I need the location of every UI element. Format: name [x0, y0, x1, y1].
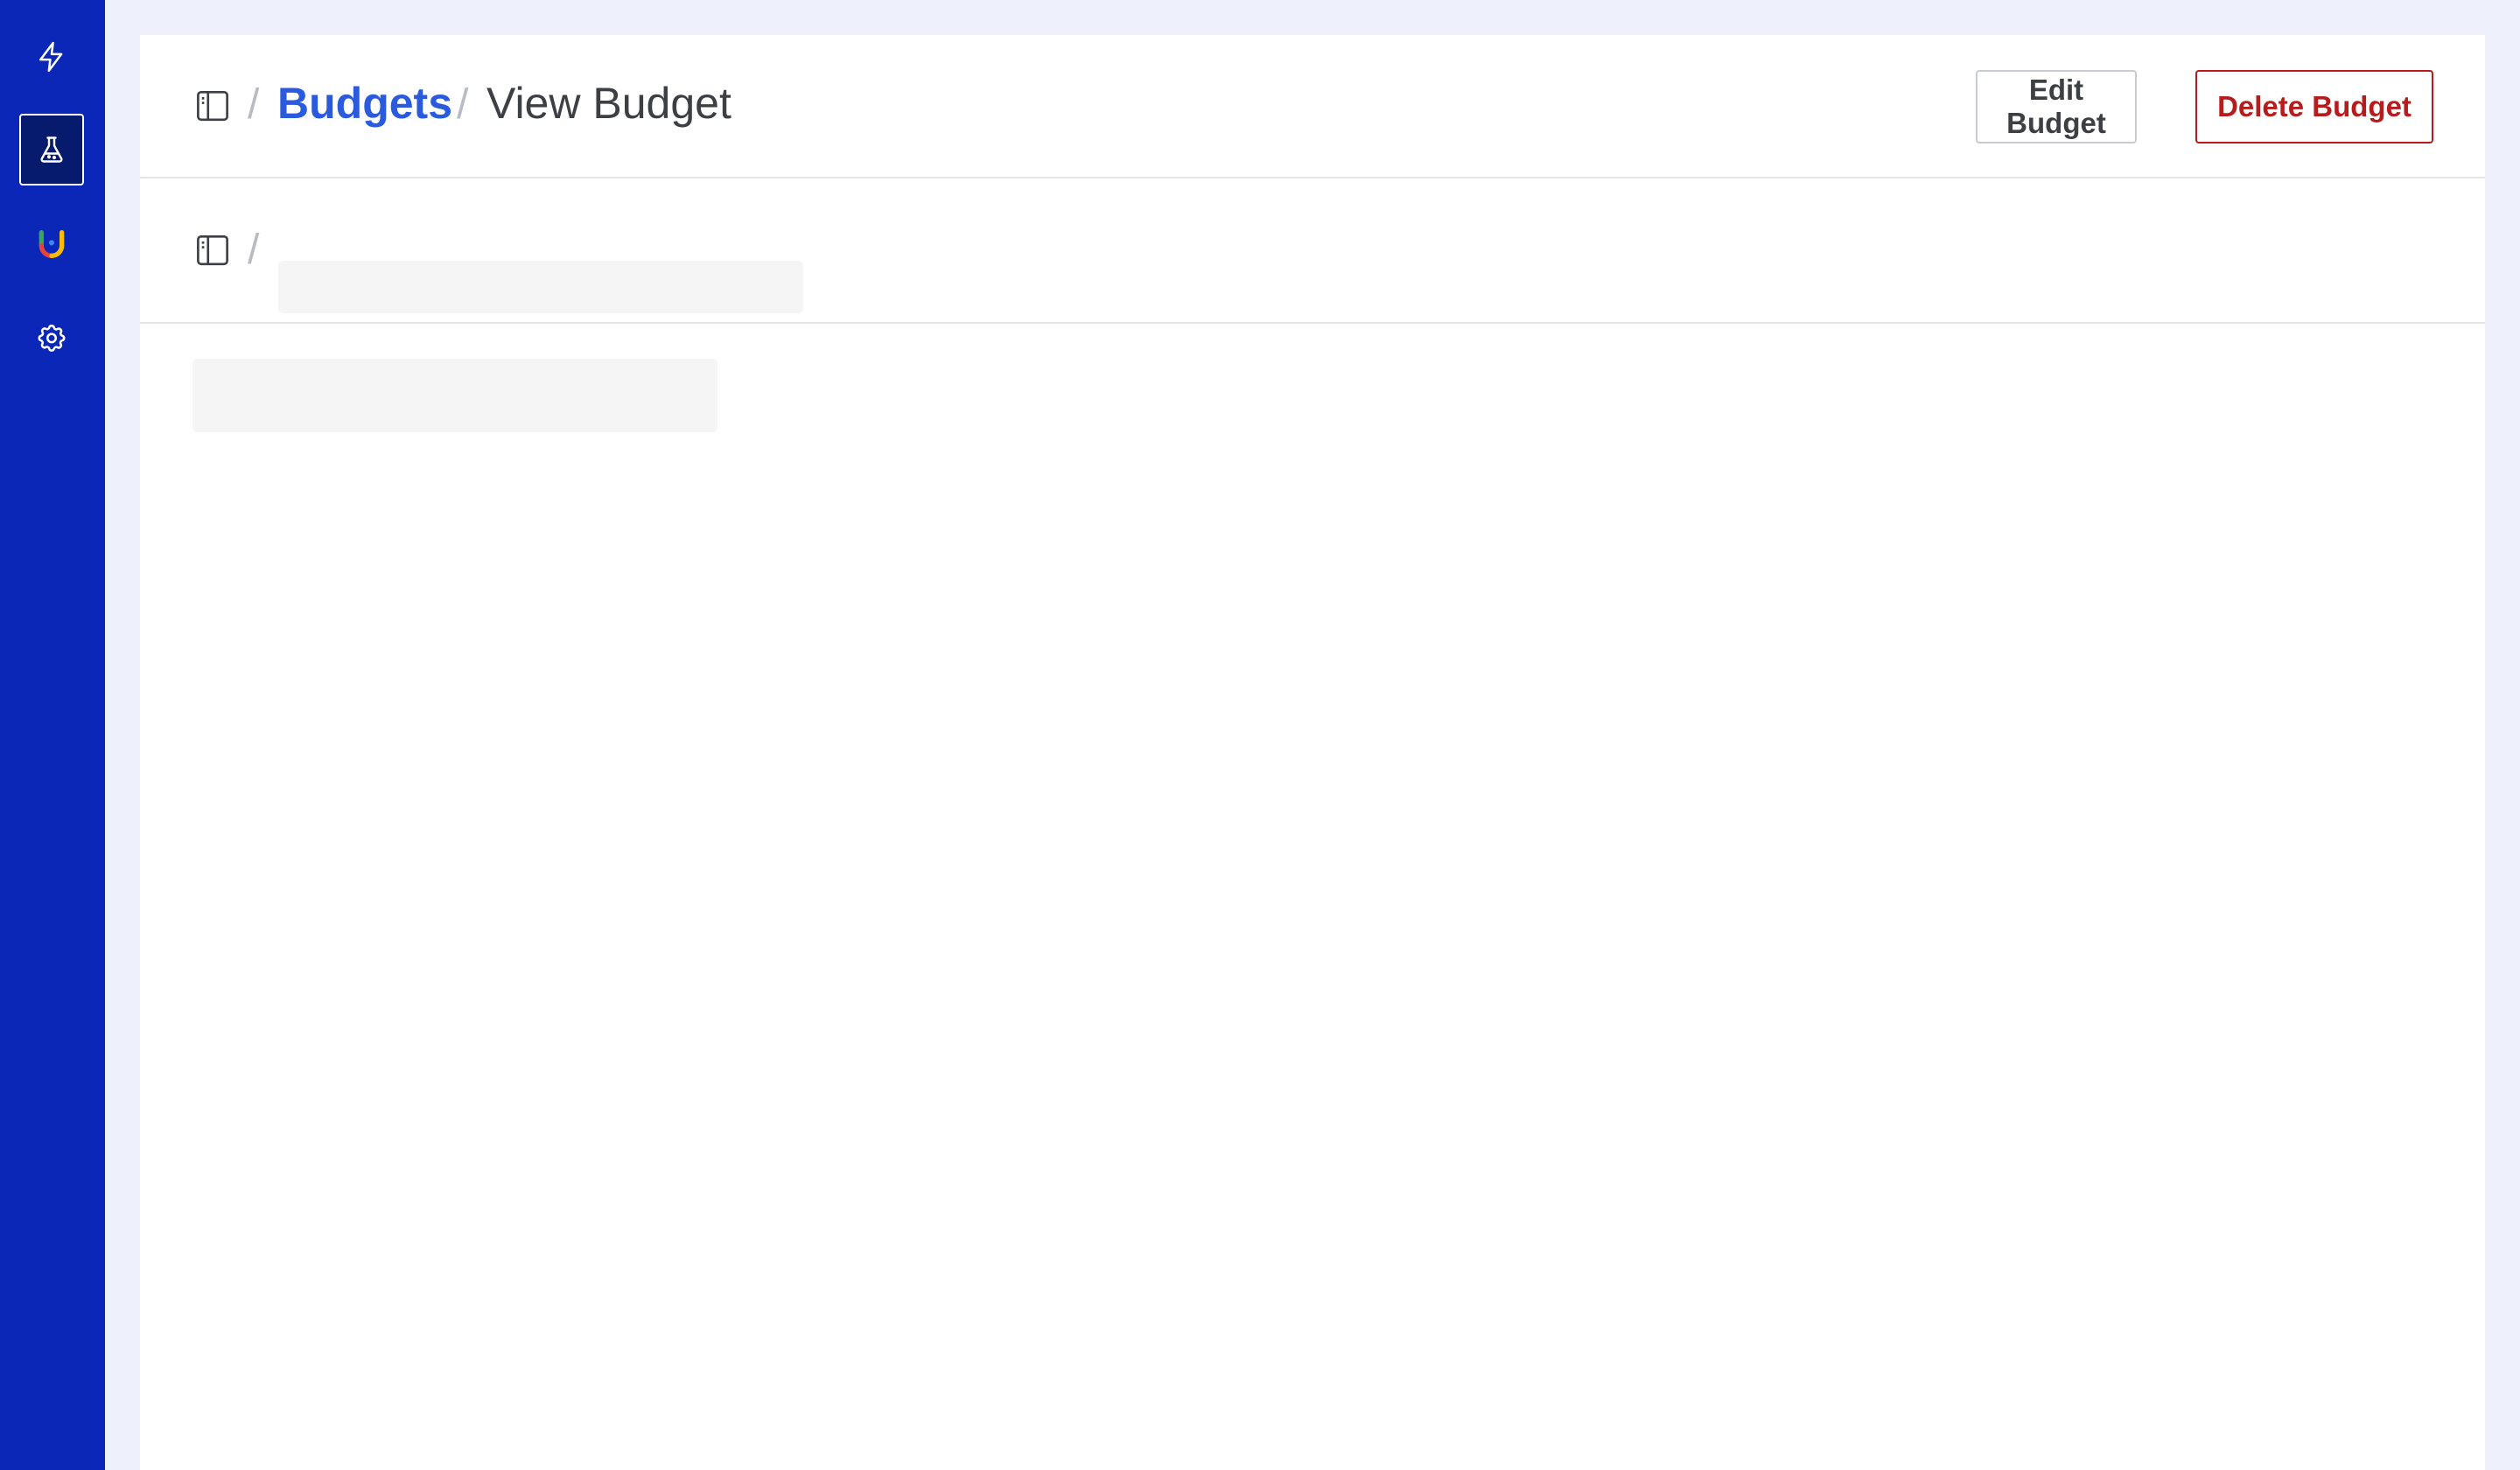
brand-logo-icon	[38, 230, 65, 258]
loading-skeleton-title	[192, 359, 718, 432]
sidebar-toggle-icon[interactable]	[194, 232, 231, 269]
breadcrumb-separator: /	[248, 81, 260, 128]
edit-budget-button[interactable]: Edit Budget	[1976, 70, 2137, 144]
breadcrumb-separator: /	[457, 81, 469, 128]
sidebar-toggle-icon[interactable]	[194, 88, 231, 124]
main-panel: / Budgets / View Budget Edit Budget Dele…	[140, 35, 2485, 1470]
sidebar-item-brand[interactable]	[19, 208, 84, 280]
sidebar-item-actions[interactable]	[19, 21, 84, 93]
page-title: View Budget	[486, 79, 732, 128]
breadcrumb-separator: /	[248, 227, 260, 273]
breadcrumb-link-budgets[interactable]: Budgets	[277, 81, 452, 125]
page-header: / Budgets / View Budget Edit Budget Dele…	[140, 35, 2485, 178]
gear-icon	[38, 324, 66, 352]
loading-skeleton-breadcrumb	[278, 261, 803, 313]
sidebar-item-labs[interactable]	[19, 114, 84, 186]
sub-header: /	[140, 178, 2485, 324]
lightning-icon	[39, 41, 63, 73]
sidebar-nav	[0, 0, 105, 1470]
delete-budget-button[interactable]: Delete Budget	[2195, 70, 2433, 144]
sidebar-item-settings[interactable]	[19, 304, 84, 375]
flask-icon	[40, 136, 63, 163]
